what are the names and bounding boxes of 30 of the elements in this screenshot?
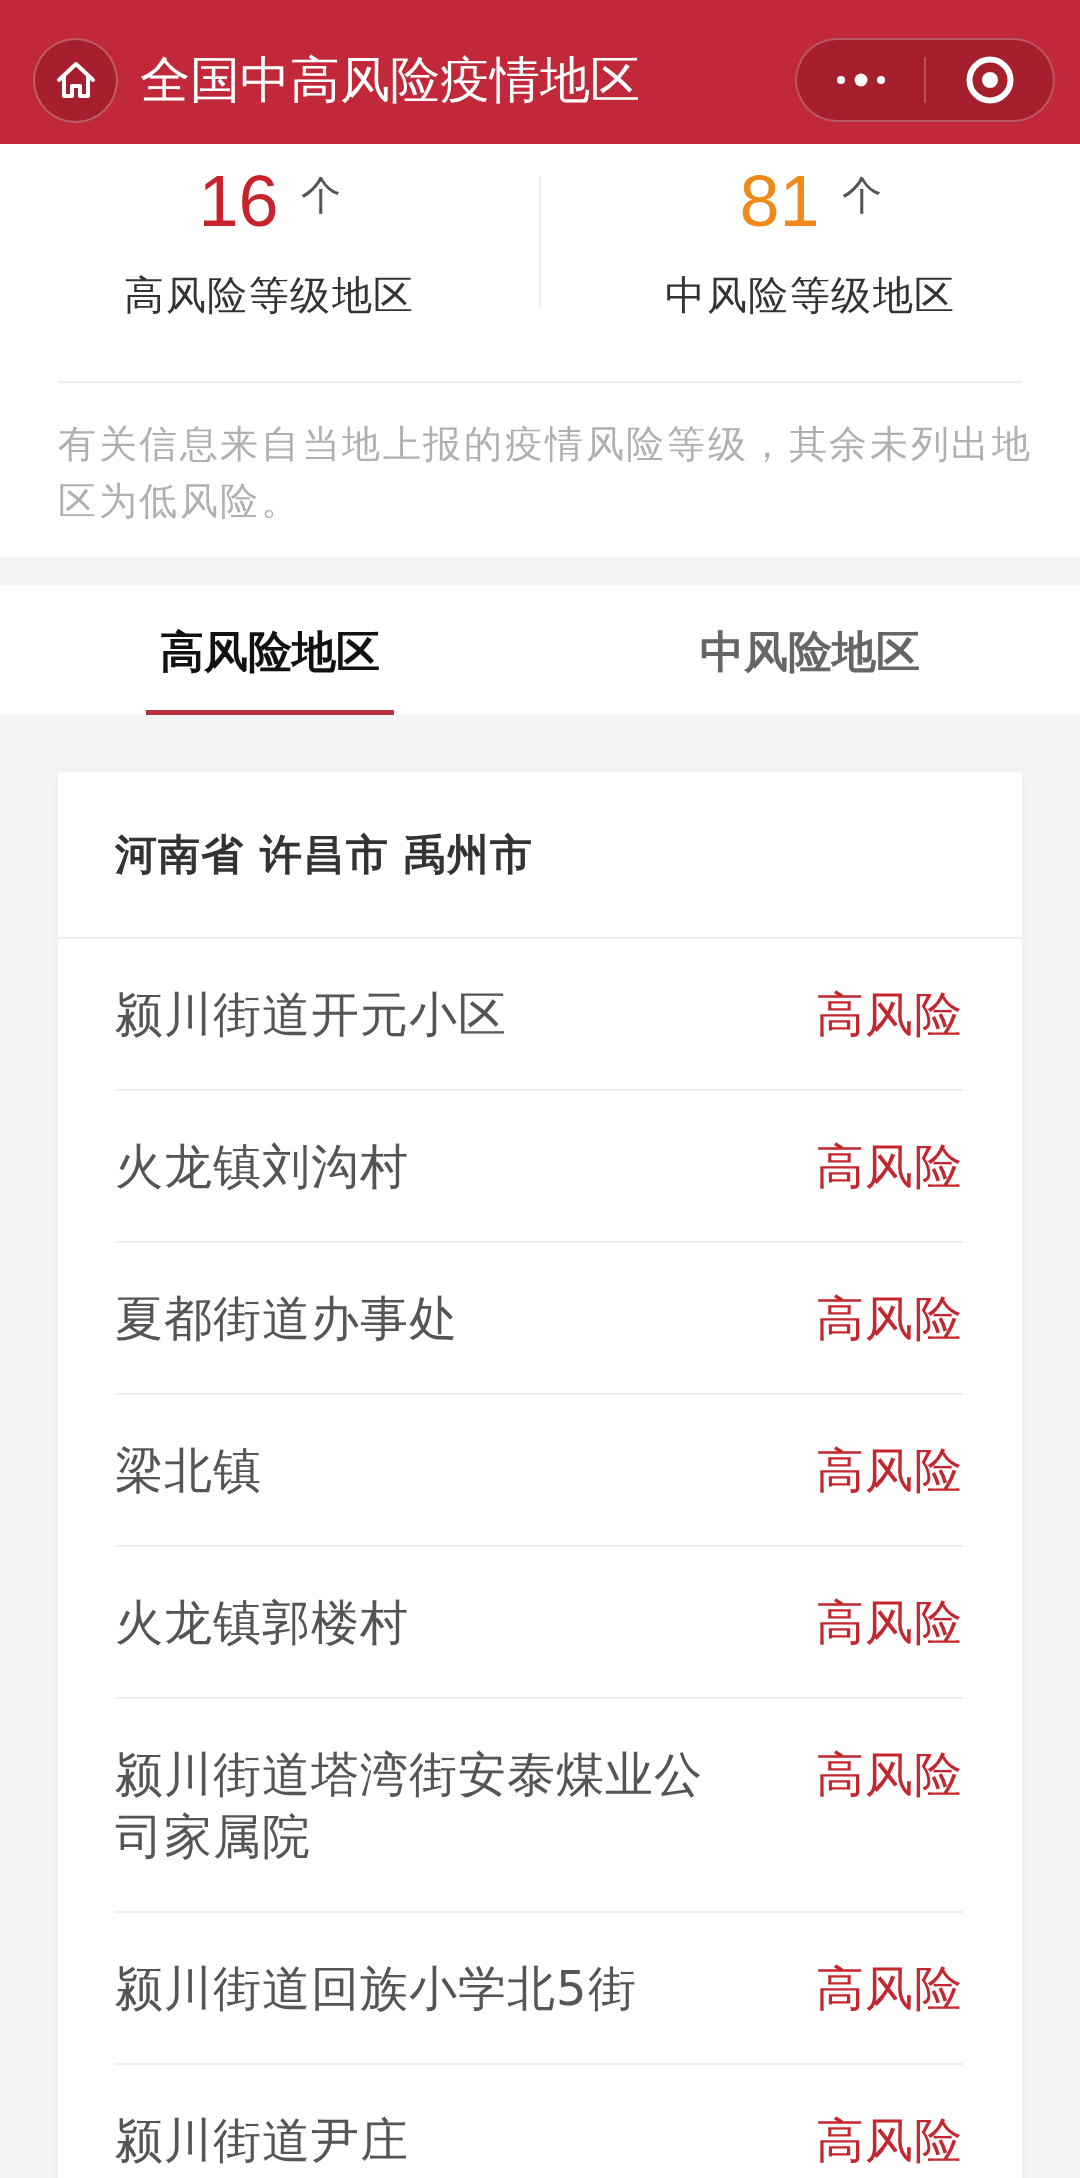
risk-level: 高风险: [816, 985, 963, 1044]
place-name: 颍川街道塔湾街安泰煤业公司家属院: [115, 1745, 704, 1866]
risk-level: 高风险: [816, 2111, 963, 2170]
risk-level: 高风险: [816, 1137, 963, 1196]
place-name: 火龙镇郭楼村: [115, 1593, 409, 1652]
count-number: 81: [739, 161, 820, 241]
target-icon[interactable]: [965, 56, 1014, 104]
count-number: 16: [198, 161, 279, 241]
place-name: 梁北镇: [115, 1441, 262, 1500]
risk-level: 高风险: [816, 1441, 963, 1500]
place-name: 颍川街道回族小学北5街: [115, 1959, 637, 2018]
risk-level: 高风险: [816, 1593, 963, 1652]
info-note: 有关信息来自当地上报的疫情风险等级，其余未列出地区为低风险。: [58, 421, 1034, 525]
home-icon: [55, 61, 96, 99]
count-unit: 个: [841, 175, 882, 215]
risk-level: 高风险: [816, 1745, 963, 1804]
stat-label: 中风险等级地区: [665, 271, 956, 320]
place-name: 颍川街道尹庄: [115, 2111, 409, 2170]
tab[interactable]: 中风险地区: [686, 585, 934, 715]
risk-level: 高风险: [816, 1289, 963, 1348]
place-name: 颍川街道开元小区: [115, 985, 507, 1044]
more-icon[interactable]: [835, 73, 886, 87]
count-unit: 个: [300, 175, 341, 215]
tab[interactable]: 高风险地区: [146, 585, 394, 715]
risk-level: 高风险: [816, 1959, 963, 2018]
region-title: 河南省 许昌市 禹州市: [115, 828, 534, 881]
place-name: 夏都街道办事处: [115, 1289, 458, 1348]
stat-label: 高风险等级地区: [124, 271, 415, 320]
page-title: 全国中高风险疫情地区: [140, 50, 640, 111]
place-name: 火龙镇刘沟村: [115, 1137, 409, 1196]
